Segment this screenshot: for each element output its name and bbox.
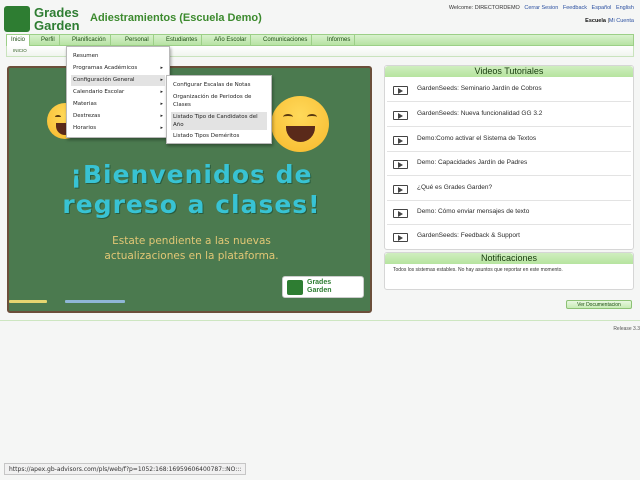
play-video-icon: [393, 233, 408, 242]
videos-panel: Videos Tutoriales GardenSeeds: Seminario…: [384, 65, 634, 250]
chevron-right-icon: ▸: [160, 113, 163, 119]
play-video-icon: [393, 111, 408, 120]
play-video-icon: [393, 86, 408, 95]
video-item[interactable]: GardenSeeds: Nueva funcionalidad GG 3.2: [387, 103, 631, 127]
release-version: Release 3.3: [613, 326, 640, 332]
planificacion-menu: Resumen Programas Académicos ▸ Configurac…: [66, 46, 170, 138]
chevron-right-icon: ▸: [160, 65, 163, 71]
notifications-panel: Notificaciones Todos los sistemas establ…: [384, 252, 634, 290]
menu-item-label: Configuración General: [73, 77, 135, 83]
footer-divider: [0, 320, 640, 321]
notifications-title: Notificaciones: [385, 253, 633, 264]
banner-logo-line1: Grades: [307, 279, 332, 286]
breadcrumb[interactable]: INICIO: [13, 48, 27, 53]
video-title: Demo: Capacidades Jardín de Padres: [417, 159, 528, 166]
menu-item-label: Calendario Escolar: [73, 89, 125, 95]
school-account-links: Escuela |Mi Cuenta: [585, 18, 634, 24]
chevron-right-icon: ▸: [160, 77, 163, 83]
laughing-emoji-right-icon: [271, 96, 329, 152]
menu-item-label: Destrezas: [73, 113, 101, 119]
tab-inicio[interactable]: Inicio: [7, 35, 31, 46]
video-title: GardenSeeds: Feedback & Support: [417, 232, 520, 239]
tab-comunicaciones[interactable]: Comunicaciones: [259, 35, 313, 46]
menu-item-materias[interactable]: Materias ▸: [71, 99, 165, 110]
video-item[interactable]: Demo: Cómo enviar mensajes de texto: [387, 201, 631, 225]
menu-item-horarios[interactable]: Horarios ▸: [71, 123, 165, 134]
banner-logo: Grades Garden: [282, 276, 364, 298]
main-nav: Inicio Perfil Planificación Personal Est…: [6, 34, 634, 46]
banner-subtitle-line1: Estate pendiente a las nuevas: [112, 235, 271, 247]
video-item[interactable]: ¿Qué es Grades Garden?: [387, 177, 631, 201]
tab-informes[interactable]: Informes: [323, 35, 356, 46]
banner-subtitle-line2: actualizaciones en la plataforma.: [104, 250, 279, 262]
view-documentation-button[interactable]: Ver Documentacion: [566, 300, 632, 309]
video-item[interactable]: Demo:Como activar el Sistema de Textos: [387, 128, 631, 152]
status-bar-url: https://apex.gb-advisors.com/pls/web/f?p…: [4, 463, 247, 475]
tab-estudiantes[interactable]: Estudiantes: [162, 35, 203, 46]
menu-item-configuracion-general[interactable]: Configuración General ▸: [71, 75, 165, 86]
video-title: GardenSeeds: Seminario Jardín de Cobros: [417, 85, 542, 92]
video-title: Demo: Cómo enviar mensajes de texto: [417, 208, 530, 215]
menu-item-resumen[interactable]: Resumen: [71, 51, 165, 62]
notifications-text: Todos los sistemas estables. No hay asun…: [393, 267, 563, 273]
banner-subtitle: Estate pendiente a las nuevas actualizac…: [9, 234, 370, 264]
chevron-right-icon: ▸: [160, 125, 163, 131]
banner-logo-line2: Garden: [307, 287, 332, 294]
spanish-link[interactable]: Español: [592, 5, 612, 11]
feedback-link[interactable]: Feedback: [563, 5, 587, 11]
leaf-logo-icon: [4, 6, 30, 32]
top-links: Welcome: DIRECTORDEMO Cerrar Sesion Feed…: [446, 5, 634, 11]
configuracion-general-submenu: Configurar Escalas de Notas Organización…: [166, 75, 272, 144]
banner-headline-line1: ¡Bienvenidos de: [70, 160, 313, 189]
menu-item-label: Resumen: [73, 53, 99, 59]
video-title: ¿Qué es Grades Garden?: [417, 184, 493, 191]
submenu-item-tipos-demeritos[interactable]: Listado Tipos Deméritos: [171, 131, 267, 142]
menu-item-label: Horarios: [73, 125, 97, 131]
banner-headline-line2: regreso a clases!: [62, 190, 321, 219]
tab-planificacion[interactable]: Planificación: [68, 35, 111, 46]
menu-item-programas-academicos[interactable]: Programas Académicos ▸: [71, 63, 165, 74]
submenu-item-escalas-notas[interactable]: Configurar Escalas de Notas: [171, 80, 267, 91]
my-account-link[interactable]: Mi Cuenta: [609, 18, 634, 24]
menu-item-calendario-escolar[interactable]: Calendario Escolar ▸: [71, 87, 165, 98]
chevron-right-icon: ▸: [160, 89, 163, 95]
welcome-text: Welcome: DIRECTORDEMO: [448, 5, 520, 11]
tab-ano-escolar[interactable]: Año Escolar: [210, 35, 252, 46]
menu-item-label: Materias: [73, 101, 97, 107]
english-link[interactable]: English: [616, 5, 634, 11]
menu-item-destrezas[interactable]: Destrezas ▸: [71, 111, 165, 122]
chalk-blue: [65, 300, 125, 303]
video-item[interactable]: GardenSeeds: Seminario Jardín de Cobros: [387, 78, 631, 102]
banner-leaf-icon: [287, 280, 303, 295]
video-item[interactable]: Demo: Capacidades Jardín de Padres: [387, 152, 631, 176]
video-item[interactable]: GardenSeeds: Feedback & Support: [387, 225, 631, 249]
tab-personal[interactable]: Personal: [121, 35, 154, 46]
logout-link[interactable]: Cerrar Sesion: [524, 5, 558, 11]
school-link[interactable]: Escuela: [585, 18, 606, 24]
grades-garden-logo[interactable]: Grades Garden: [4, 4, 84, 32]
submenu-item-periodos-clases[interactable]: Organización de Periodos de Clases: [171, 92, 267, 110]
play-video-icon: [393, 185, 408, 194]
play-video-icon: [393, 209, 408, 218]
play-video-icon: [393, 136, 408, 145]
submenu-item-tipo-candidatos[interactable]: Listado Tipo de Candidatos del Año: [171, 112, 267, 130]
banner-logo-text: Grades Garden: [307, 279, 332, 295]
banner-headline: ¡Bienvenidos de regreso a clases!: [9, 160, 370, 220]
play-video-icon: [393, 160, 408, 169]
videos-panel-title: Videos Tutoriales: [385, 66, 633, 77]
chevron-right-icon: ▸: [160, 101, 163, 107]
app-title: Adiestramientos (Escuela Demo): [90, 12, 262, 24]
tab-perfil[interactable]: Perfil: [37, 35, 60, 46]
chalk-yellow: [9, 300, 47, 303]
video-title: GardenSeeds: Nueva funcionalidad GG 3.2: [417, 110, 543, 117]
menu-item-label: Programas Académicos: [73, 65, 138, 71]
logo-text-line2: Garden: [34, 18, 80, 33]
video-title: Demo:Como activar el Sistema de Textos: [417, 135, 537, 142]
